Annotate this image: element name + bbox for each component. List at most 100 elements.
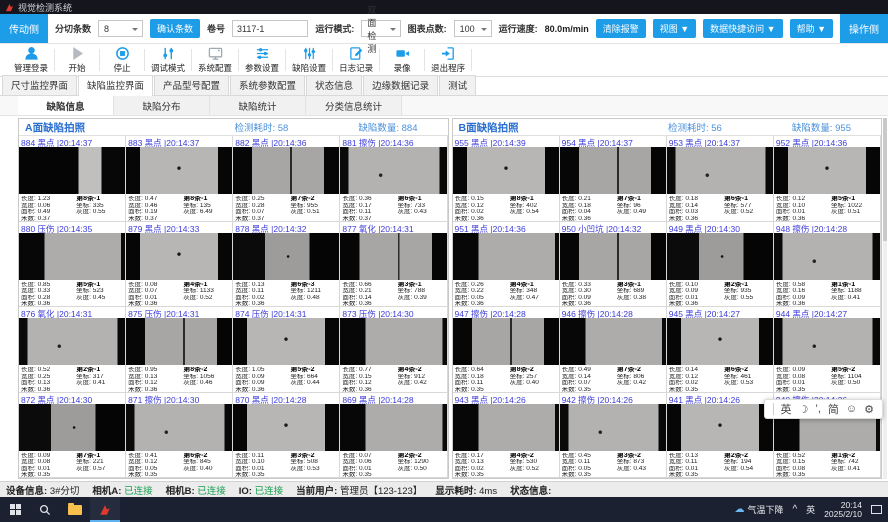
start-button[interactable]	[0, 497, 30, 522]
taskbar-search-button[interactable]	[30, 497, 60, 522]
stop-button[interactable]: 停止	[100, 46, 144, 74]
info-left-column: 长度: 0.47宽度: 0.46面积: 0.19米数: 0.37	[128, 196, 183, 222]
help-menu-button[interactable]: 帮助 ▼	[790, 19, 833, 38]
defect-cell[interactable]: 877 氧化 |20:14:31长度: 0.66宽度: 0.21面积: 0.14…	[340, 222, 447, 308]
ime-moon-icon[interactable]: ☽	[799, 403, 809, 416]
info-line: 宽度: 0.18	[455, 374, 510, 381]
defect-cell[interactable]: 873 压伤 |20:14:30长度: 0.77宽度: 0.15面积: 0.12…	[340, 307, 447, 393]
defect-cell[interactable]: 950 小凹坑 |20:14:32长度: 0.33宽度: 0.30面积: 0.0…	[560, 222, 667, 308]
defect-cell[interactable]: 879 黑点 |20:14:33长度: 0.08宽度: 0.07面积: 0.01…	[126, 222, 233, 308]
defect-cell[interactable]: 943 黑点 |20:14:26长度: 0.17宽度: 0.13面积: 0.02…	[453, 393, 560, 479]
defect-cell[interactable]: 952 黑点 |20:14:36长度: 0.12宽度: 0.10面积: 0.01…	[774, 136, 881, 222]
taskbar-explorer-button[interactable]	[60, 497, 90, 522]
tab-test[interactable]: 测试	[439, 75, 476, 95]
taskbar-inspection-app-button[interactable]	[90, 497, 120, 522]
defect-cell[interactable]: 948 擦伤 |20:14:28长度: 0.58宽度: 0.16面积: 0.09…	[774, 222, 881, 308]
ime-simplified-icon[interactable]: 简	[828, 401, 839, 417]
info-left-column: 长度: 1.23宽度: 0.06面积: 0.49米数: 0.37	[21, 196, 76, 222]
subtab-class-info-stats[interactable]: 分类信息统计	[306, 96, 402, 115]
defect-cell[interactable]: 946 擦伤 |20:14:28长度: 0.49宽度: 0.14面积: 0.07…	[560, 307, 667, 393]
defect-info: 长度: 0.36宽度: 0.17面积: 0.11米数: 0.37第6条-1坐标:…	[340, 194, 446, 222]
user-icon	[24, 46, 39, 61]
defect-cell[interactable]: 878 黑点 |20:14:32长度: 0.13宽度: 0.11面积: 0.02…	[233, 222, 340, 308]
weather-tray-item[interactable]: ☁ 气温下降	[734, 503, 783, 516]
defect-cell[interactable]: 875 压伤 |20:14:31长度: 0.95宽度: 0.13面积: 0.12…	[126, 307, 233, 393]
defect-cell[interactable]: 954 黑点 |20:14:37长度: 0.21宽度: 0.18面积: 0.04…	[560, 136, 667, 222]
debug-mode-button[interactable]: 调试模式	[145, 46, 191, 74]
taskbar-clock[interactable]: 20:14 2025/2/10	[824, 501, 862, 519]
defect-cell[interactable]: 883 黑点 |20:14:37长度: 0.47宽度: 0.46面积: 0.19…	[126, 136, 233, 222]
defect-info: 长度: 0.77宽度: 0.15面积: 0.12米数: 0.36第4条-2坐标:…	[340, 365, 446, 393]
split-count-value: 8	[104, 24, 109, 34]
param-settings-button[interactable]: 参数设置	[239, 46, 285, 74]
defect-cell[interactable]: 949 黑点 |20:14:30长度: 0.10宽度: 0.09面积: 0.01…	[667, 222, 774, 308]
chart-points-select[interactable]: 100	[454, 20, 492, 37]
defect-cell[interactable]: 942 擦伤 |20:14:26长度: 0.45宽度: 0.11面积: 0.05…	[560, 393, 667, 479]
subtab-defect-distribution[interactable]: 缺陷分布	[114, 96, 210, 115]
defect-cell[interactable]: 874 压伤 |20:14:31长度: 1.05宽度: 0.09面积: 0.09…	[233, 307, 340, 393]
strip-index-label: 第1条-1	[831, 282, 878, 289]
status-item-value: 4ms	[479, 486, 497, 497]
defect-cell[interactable]: 955 黑点 |20:14:39长度: 0.15宽度: 0.12面积: 0.02…	[453, 136, 560, 222]
defect-cell[interactable]: 945 黑点 |20:14:27长度: 0.14宽度: 0.12面积: 0.02…	[667, 307, 774, 393]
start-button[interactable]: 开始	[55, 46, 99, 74]
tab-edge-data[interactable]: 边缘数据记录	[363, 75, 438, 95]
exit-program-button[interactable]: 退出程序	[425, 46, 471, 74]
defect-cell[interactable]: 869 黑点 |20:14:28长度: 0.07宽度: 0.06面积: 0.01…	[340, 393, 447, 479]
tray-expand-chevron[interactable]: ^	[792, 504, 797, 515]
record-video-button[interactable]: 录像	[380, 46, 424, 74]
tab-product-config[interactable]: 产品型号配置	[154, 75, 229, 95]
info-right-column: 第2条-2坐标: 1290灰度: 0.50	[398, 453, 445, 479]
tray-ime-indicator[interactable]: 英	[806, 503, 815, 516]
drive-side-button[interactable]: 传动侧	[0, 14, 48, 43]
defect-thumbnail-image	[19, 147, 125, 194]
defect-cell[interactable]: 880 压伤 |20:14:35长度: 0.85宽度: 0.33面积: 0.28…	[19, 222, 126, 308]
ime-drag-handle[interactable]	[773, 403, 774, 415]
ime-punctuation-icon[interactable]: ’,	[815, 403, 821, 415]
defect-cell[interactable]: 947 擦伤 |20:14:28长度: 0.64宽度: 0.18面积: 0.11…	[453, 307, 560, 393]
info-line: 长度: 0.15	[455, 196, 510, 203]
defect-cell[interactable]: 870 黑点 |20:14:28长度: 0.11宽度: 0.10面积: 0.01…	[233, 393, 340, 479]
scrollbar-thumb[interactable]	[883, 118, 887, 241]
operator-side-button[interactable]: 操作侧	[840, 14, 888, 43]
ime-lang-indicator[interactable]: 英	[781, 401, 792, 417]
defect-cell[interactable]: 872 黑点 |20:14:30长度: 0.09宽度: 0.08面积: 0.01…	[19, 393, 126, 479]
ime-emoji-icon[interactable]: ☺	[846, 403, 857, 415]
roll-number-input[interactable]: 3117-1	[232, 20, 308, 37]
defect-cell[interactable]: 871 擦伤 |20:14:30长度: 0.41宽度: 0.12面积: 0.05…	[126, 393, 233, 479]
info-line: 宽度: 0.14	[669, 203, 724, 210]
defect-cell[interactable]: 884 黑点 |20:14:37长度: 1.23宽度: 0.06面积: 0.49…	[19, 136, 126, 222]
confirm-count-button[interactable]: 确认条数	[150, 19, 200, 38]
tab-status-info[interactable]: 状态信息	[306, 75, 362, 95]
defect-cell[interactable]: 882 黑点 |20:14:36长度: 0.25宽度: 0.28面积: 0.07…	[233, 136, 340, 222]
notification-center-icon[interactable]	[871, 505, 882, 514]
vertical-scrollbar[interactable]	[883, 118, 887, 479]
info-line: 面积: 0.09	[776, 295, 831, 302]
split-count-select[interactable]: 8	[98, 20, 143, 37]
defect-cell[interactable]: 876 氧化 |20:14:31长度: 0.52宽度: 0.25面积: 0.13…	[19, 307, 126, 393]
defect-cell[interactable]: 881 擦伤 |20:14:36长度: 0.36宽度: 0.17面积: 0.11…	[340, 136, 447, 222]
defect-settings-button[interactable]: 缺陷设置	[286, 46, 332, 74]
subtab-defect-stats[interactable]: 缺陷统计	[210, 96, 306, 115]
defect-cell[interactable]: 941 黑点 |20:14:26长度: 0.13宽度: 0.11面积: 0.01…	[667, 393, 774, 479]
system-config-button[interactable]: 系统配置	[192, 46, 238, 74]
info-line: 长度: 0.58	[776, 282, 831, 289]
clear-alarm-button[interactable]: 清除报警	[596, 19, 646, 38]
data-access-menu-button[interactable]: 数据快捷访问 ▼	[703, 19, 782, 38]
status-item-label: 当前用户:	[296, 486, 340, 497]
info-line: 长度: 0.49	[562, 367, 617, 374]
info-line: 长度: 0.14	[669, 367, 724, 374]
defect-cell[interactable]: 953 黑点 |20:14:37长度: 0.18宽度: 0.14面积: 0.03…	[667, 136, 774, 222]
defect-cell[interactable]: 944 黑点 |20:14:27长度: 0.09宽度: 0.08面积: 0.01…	[774, 307, 881, 393]
status-item-value: 管理员【123-123】	[340, 486, 422, 497]
info-line: 坐标: 1104	[831, 374, 878, 381]
tab-system-params[interactable]: 系统参数配置	[230, 75, 305, 95]
defect-cell[interactable]: 951 黑点 |20:14:36长度: 0.26宽度: 0.22面积: 0.05…	[453, 222, 560, 308]
view-menu-button[interactable]: 视图 ▼	[653, 19, 696, 38]
admin-login-button[interactable]: 管理登录	[8, 46, 54, 74]
subtab-defect-info[interactable]: 缺陷信息	[18, 96, 114, 115]
tab-size-monitor[interactable]: 尺寸监控界面	[2, 75, 77, 95]
run-mode-select[interactable]: 双面检测	[361, 20, 400, 37]
tab-defect-monitor[interactable]: 缺陷监控界面	[78, 75, 153, 96]
ime-settings-icon[interactable]: ⚙	[864, 403, 874, 416]
